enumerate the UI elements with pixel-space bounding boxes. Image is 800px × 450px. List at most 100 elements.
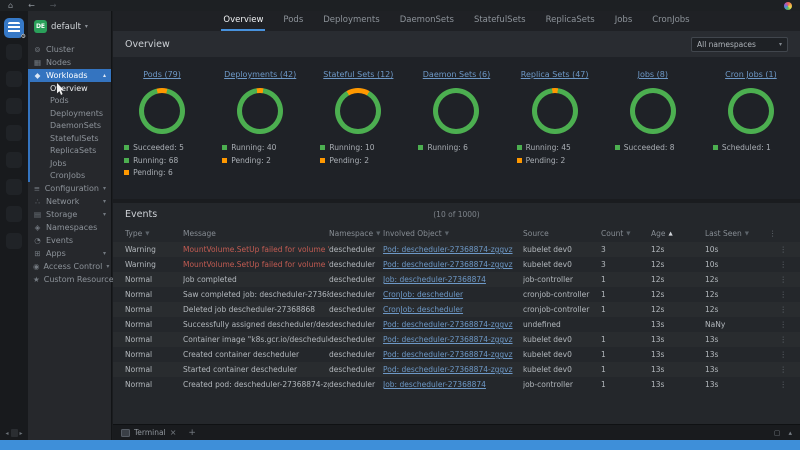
row-menu-icon[interactable]: ⋮ <box>769 350 788 359</box>
new-terminal-button[interactable]: + <box>188 428 196 438</box>
row-menu-icon[interactable]: ⋮ <box>769 260 788 269</box>
involved-object-link[interactable]: Pod: descheduler-27368874-zggvz <box>383 365 513 374</box>
tab-statefulsets[interactable]: StatefulSets <box>472 11 528 31</box>
sidebar-item-daemonsets[interactable]: DaemonSets <box>30 120 111 133</box>
column-header-namespace[interactable]: Namespace ▼ <box>329 229 383 238</box>
row-menu-icon[interactable]: ⋮ <box>769 275 788 284</box>
table-row[interactable]: Normal Saw completed job: descheduler-273… <box>113 287 800 302</box>
involved-object-link[interactable]: CronJob: descheduler <box>383 305 463 314</box>
table-row[interactable]: Warning MountVolume.SetUp failed for volu… <box>113 257 800 272</box>
table-row[interactable]: Normal Container image "k8s.gcr.io/desche… <box>113 332 800 347</box>
row-menu-icon[interactable]: ⋮ <box>769 335 788 344</box>
chart-title-link[interactable]: Deployments (42) <box>224 70 296 79</box>
column-header-source[interactable]: Source <box>523 229 601 238</box>
column-header-message[interactable]: Message <box>183 229 329 238</box>
row-menu-icon[interactable]: ⋮ <box>769 245 788 254</box>
chart-title-link[interactable]: Jobs (8) <box>638 70 668 79</box>
tab-pods[interactable]: Pods <box>281 11 305 31</box>
back-icon[interactable]: ← <box>28 1 35 10</box>
tab-replicasets[interactable]: ReplicaSets <box>544 11 597 31</box>
sort-up-icon: ▲ <box>668 230 673 237</box>
row-menu-icon[interactable]: ⋮ <box>769 290 788 299</box>
dock-maximize-icon[interactable]: ▢ <box>774 429 781 437</box>
column-header-count[interactable]: Count ▼ <box>601 229 651 238</box>
sidebar-item-statefulsets[interactable]: StatefulSets <box>30 132 111 145</box>
column-header-last-seen[interactable]: Last Seen ▼ <box>705 229 769 238</box>
namespace-select[interactable]: All namespaces ▾ <box>691 36 788 52</box>
chart-title-link[interactable]: Replica Sets (47) <box>521 70 589 79</box>
row-menu-icon[interactable]: ⋮ <box>769 320 788 329</box>
event-namespace: descheduler <box>329 335 376 344</box>
row-menu-icon[interactable]: ⋮ <box>769 305 788 314</box>
tab-cronjobs[interactable]: CronJobs <box>650 11 691 31</box>
sidebar-item-jobs[interactable]: Jobs <box>30 157 111 170</box>
pager-left-icon[interactable]: ◂ <box>5 430 8 437</box>
involved-object-link[interactable]: Pod: descheduler-27368874-zggvz <box>383 260 513 269</box>
user-avatar-icon[interactable] <box>784 1 792 10</box>
sidebar-item-replicasets[interactable]: ReplicaSets <box>30 145 111 158</box>
involved-object-link[interactable]: Pod: descheduler-27368874-zggvz <box>383 245 513 254</box>
sidebar-item-network[interactable]: ∴ Network ▾ <box>28 195 111 208</box>
row-menu-icon[interactable]: ⋮ <box>769 380 788 389</box>
sidebar-item-cronjobs[interactable]: CronJobs <box>30 170 111 183</box>
involved-object-link[interactable]: CronJob: descheduler <box>383 290 463 299</box>
table-row[interactable]: Normal Successfully assigned descheduler/… <box>113 317 800 332</box>
sidebar-item-deployments[interactable]: Deployments <box>30 107 111 120</box>
legend-item: Running: 6 <box>418 143 494 152</box>
table-row[interactable]: Normal Created container descheduler desch… <box>113 347 800 362</box>
event-involved-object: Pod: descheduler-27368874-zggvz <box>383 245 523 254</box>
sidebar-item-pods[interactable]: Pods <box>30 95 111 108</box>
table-row[interactable]: Normal Deleted job descheduler-27368868 de… <box>113 302 800 317</box>
sidebar-item-storage[interactable]: ▤ Storage ▾ <box>28 208 111 221</box>
forward-icon[interactable]: → <box>50 1 57 10</box>
column-header-type[interactable]: Type ▼ <box>125 229 183 238</box>
sidebar-item-custom-resources[interactable]: ★Custom Resources▾ <box>28 273 125 286</box>
table-row[interactable]: Warning MountVolume.SetUp failed for volu… <box>113 242 800 257</box>
sidebar-item-events[interactable]: ◔ Events <box>28 234 111 247</box>
chart-title-link[interactable]: Stateful Sets (12) <box>323 70 393 79</box>
pager-right-icon[interactable]: ▸ <box>20 430 23 437</box>
cluster-settings-gear-icon[interactable]: ⚙ <box>20 34 26 40</box>
sidebar-item-configuration[interactable]: ≡ Configuration ▾ <box>28 182 111 195</box>
tab-daemonsets[interactable]: DaemonSets <box>398 11 456 31</box>
column-header-age[interactable]: Age ▲ <box>651 229 705 238</box>
table-row[interactable]: Normal Job completed descheduler Job: desch… <box>113 272 800 287</box>
table-row[interactable]: Normal Started container descheduler desch… <box>113 362 800 377</box>
sidebar-item-label: Apps <box>46 249 66 258</box>
dock-collapse-icon[interactable]: ▴ <box>788 429 792 437</box>
sidebar-item-namespaces[interactable]: ◈ Namespaces <box>28 221 111 234</box>
sidebar-item-nodes[interactable]: ▦ Nodes <box>28 56 111 69</box>
involved-object-link[interactable]: Job: descheduler-27368874 <box>383 275 486 284</box>
event-type: Normal <box>125 350 153 359</box>
legend-swatch-icon <box>124 157 130 163</box>
sidebar-item-overview[interactable]: Overview <box>30 82 111 95</box>
involved-object-link[interactable]: Pod: descheduler-27368874-zggvz <box>383 350 513 359</box>
sidebar-item-access-control[interactable]: ◉ Access Control ▾ <box>28 260 111 273</box>
chart-title-link[interactable]: Daemon Sets (6) <box>423 70 490 79</box>
legend-item: Pending: 2 <box>320 156 396 165</box>
tab-deployments[interactable]: Deployments <box>321 11 381 31</box>
involved-object-link[interactable]: Pod: descheduler-27368874-zggvz <box>383 320 513 329</box>
table-row[interactable]: Normal Created pod: descheduler-27368874-… <box>113 377 800 392</box>
tab-overview[interactable]: Overview <box>221 11 266 31</box>
sidebar-item-label: Network <box>46 197 80 206</box>
events-table-header: Type ▼ Message Namespace ▼ Involved Object ▼ So… <box>113 225 800 242</box>
home-icon[interactable]: ⌂ <box>8 1 13 10</box>
chart-title-link[interactable]: Pods (79) <box>143 70 181 79</box>
terminal-tab[interactable]: Terminal × <box>121 428 176 437</box>
sidebar-item-cluster[interactable]: ⊚ Cluster <box>28 43 111 56</box>
involved-object-link[interactable]: Job: descheduler-27368874 <box>383 380 486 389</box>
sidebar-item-apps[interactable]: ⊞ Apps ▾ <box>28 247 111 260</box>
table-menu-icon[interactable]: ⋮ <box>769 229 787 238</box>
active-cluster-button[interactable]: ⚙ <box>4 18 26 40</box>
chart-title-link[interactable]: Cron Jobs (1) <box>725 70 777 79</box>
involved-object-link[interactable]: Pod: descheduler-27368874-zggvz <box>383 335 513 344</box>
cluster-menu-icon <box>8 22 20 34</box>
sidebar-item-workloads[interactable]: ◆ Workloads ▴ <box>28 69 111 82</box>
cluster-selector[interactable]: DE default ▾ <box>28 11 111 43</box>
close-icon[interactable]: × <box>170 428 177 437</box>
column-header-involved-object[interactable]: Involved Object ▼ <box>383 229 523 238</box>
legend-item: Pending: 2 <box>222 156 298 165</box>
tab-jobs[interactable]: Jobs <box>613 11 635 31</box>
row-menu-icon[interactable]: ⋮ <box>769 365 788 374</box>
